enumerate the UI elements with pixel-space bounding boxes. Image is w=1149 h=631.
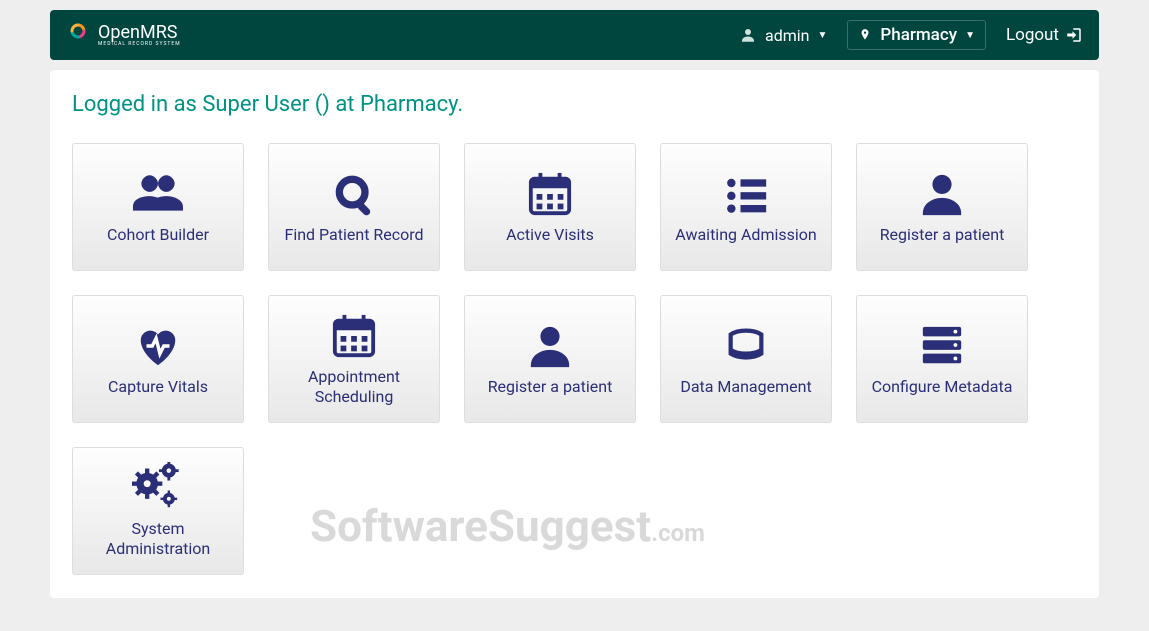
location-selector[interactable]: Pharmacy ▼ <box>847 20 986 50</box>
app-label: Configure Metadata <box>872 377 1013 397</box>
user-icon <box>919 169 965 219</box>
location-label: Pharmacy <box>880 25 957 45</box>
heartbeat-icon <box>135 321 181 371</box>
user-icon <box>527 321 573 371</box>
calendar-icon <box>527 169 573 219</box>
app-card[interactable]: Register a patient <box>464 295 636 423</box>
app-label: System Administration <box>81 519 235 559</box>
logo-icon <box>66 23 90 47</box>
caret-down-icon: ▼ <box>965 30 975 41</box>
app-card[interactable]: System Administration <box>72 447 244 575</box>
app-label: Cohort Builder <box>107 225 209 245</box>
app-label: Data Management <box>680 377 811 397</box>
app-card[interactable]: Capture Vitals <box>72 295 244 423</box>
app-card[interactable]: Appointment Scheduling <box>268 295 440 423</box>
app-card[interactable]: Register a patient <box>856 143 1028 271</box>
brand-tagline: MEDICAL RECORD SYSTEM <box>98 41 181 47</box>
list-icon <box>724 169 768 219</box>
brand-name: OpenMRS <box>98 22 181 43</box>
brand-logo[interactable]: OpenMRS MEDICAL RECORD SYSTEM <box>66 22 739 49</box>
app-card[interactable]: Configure Metadata <box>856 295 1028 423</box>
search-icon <box>332 169 376 219</box>
hdd-icon <box>723 321 769 371</box>
caret-down-icon: ▼ <box>818 30 828 41</box>
top-header: OpenMRS MEDICAL RECORD SYSTEM admin ▼ Ph… <box>50 10 1099 60</box>
apps-grid: Cohort Builder Find Patient Record Active … <box>72 143 1077 575</box>
logout-button[interactable]: Logout <box>1006 25 1083 45</box>
app-label: Register a patient <box>488 377 613 397</box>
user-icon <box>739 26 757 44</box>
app-label: Capture Vitals <box>108 377 208 397</box>
app-label: Awaiting Admission <box>675 225 816 245</box>
app-card[interactable]: Data Management <box>660 295 832 423</box>
users-icon <box>133 169 183 219</box>
app-label: Find Patient Record <box>284 225 423 245</box>
pin-icon <box>858 28 872 42</box>
main-panel: Logged in as Super User () at Pharmacy. … <box>50 70 1099 598</box>
app-card[interactable]: Active Visits <box>464 143 636 271</box>
welcome-message: Logged in as Super User () at Pharmacy. <box>72 92 1077 117</box>
app-card[interactable]: Cohort Builder <box>72 143 244 271</box>
app-card[interactable]: Find Patient Record <box>268 143 440 271</box>
server-icon <box>919 321 965 371</box>
app-label: Active Visits <box>506 225 594 245</box>
app-label: Register a patient <box>880 225 1005 245</box>
logout-label: Logout <box>1006 25 1059 45</box>
app-label: Appointment Scheduling <box>277 367 431 407</box>
app-card[interactable]: Awaiting Admission <box>660 143 832 271</box>
username-label: admin <box>765 26 809 45</box>
calendar-icon <box>331 311 377 361</box>
sign-out-icon <box>1065 26 1083 44</box>
user-menu[interactable]: admin ▼ <box>739 26 827 45</box>
gears-icon <box>132 463 184 513</box>
